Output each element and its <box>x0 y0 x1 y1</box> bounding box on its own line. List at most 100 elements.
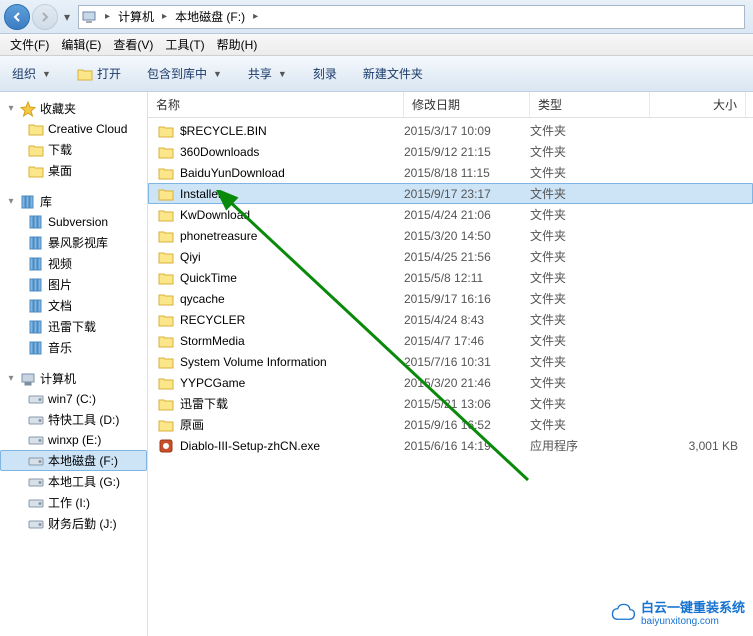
menu-tools[interactable]: 工具(T) <box>159 34 210 55</box>
library-icon <box>20 194 36 210</box>
file-name: Installer <box>180 187 222 201</box>
organize-button[interactable]: 组织▼ <box>6 62 57 85</box>
nav-libraries-group: ▾ 库 Subversion暴风影视库视频图片文档迅雷下载音乐 <box>0 191 147 358</box>
file-date: 2015/9/17 23:17 <box>404 187 530 201</box>
nav-item-drive[interactable]: win7 (C:) <box>0 389 147 409</box>
new-folder-button[interactable]: 新建文件夹 <box>357 62 429 85</box>
file-list[interactable]: $RECYCLE.BIN2015/3/17 10:09文件夹360Downloa… <box>148 118 753 636</box>
burn-button[interactable]: 刻录 <box>307 62 343 85</box>
nav-item-library[interactable]: 视频 <box>0 253 147 274</box>
file-row[interactable]: Qiyi2015/4/25 21:56文件夹 <box>148 246 753 267</box>
nav-item-label: winxp (E:) <box>48 433 101 447</box>
file-type: 文件夹 <box>530 122 650 139</box>
file-name: RECYCLER <box>180 313 245 327</box>
breadcrumb-computer[interactable]: 计算机 <box>114 6 158 28</box>
file-name: $RECYCLE.BIN <box>180 124 267 138</box>
nav-item-label: 财务后勤 (J:) <box>48 515 117 532</box>
menu-edit[interactable]: 编辑(E) <box>55 34 107 55</box>
file-name: System Volume Information <box>180 355 327 369</box>
file-name: phonetreasure <box>180 229 257 243</box>
address-bar[interactable]: ▸ 计算机 ▸ 本地磁盘 (F:) ▸ <box>78 5 745 29</box>
toolbar: 组织▼ 打开 包含到库中▼ 共享▼ 刻录 新建文件夹 <box>0 56 753 92</box>
file-row[interactable]: KwDownload2015/4/24 21:06文件夹 <box>148 204 753 225</box>
nav-item-library[interactable]: Subversion <box>0 212 147 232</box>
menu-view[interactable]: 查看(V) <box>107 34 159 55</box>
nav-item-drive[interactable]: 财务后勤 (J:) <box>0 513 147 534</box>
computer-icon <box>20 371 36 387</box>
column-size[interactable]: 大小 <box>650 92 746 117</box>
root-dropdown-icon[interactable]: ▸ <box>101 11 114 22</box>
file-row[interactable]: Diablo-III-Setup-zhCN.exe2015/6/16 14:19… <box>148 435 753 456</box>
file-row[interactable]: YYPCGame2015/3/20 21:46文件夹 <box>148 372 753 393</box>
file-row[interactable]: 原画2015/9/16 16:52文件夹 <box>148 414 753 435</box>
nav-item-favorite[interactable]: 桌面 <box>0 160 147 181</box>
nav-item-library[interactable]: 音乐 <box>0 337 147 358</box>
include-in-library-button[interactable]: 包含到库中▼ <box>141 62 228 85</box>
share-button[interactable]: 共享▼ <box>242 62 293 85</box>
nav-item-label: win7 (C:) <box>48 392 96 406</box>
nav-favorites-header[interactable]: ▾ 收藏夹 <box>0 98 147 119</box>
nav-computer-label: 计算机 <box>40 370 76 387</box>
chevron-right-icon[interactable]: ▸ <box>158 11 171 22</box>
file-row[interactable]: System Volume Information2015/7/16 10:31… <box>148 351 753 372</box>
nav-item-label: 图片 <box>48 276 72 293</box>
nav-item-drive[interactable]: 本地磁盘 (F:) <box>0 450 147 471</box>
nav-item-library[interactable]: 暴风影视库 <box>0 232 147 253</box>
file-type: 文件夹 <box>530 311 650 328</box>
file-date: 2015/4/24 8:43 <box>404 313 530 327</box>
file-type: 文件夹 <box>530 185 650 202</box>
nav-item-library[interactable]: 文档 <box>0 295 147 316</box>
nav-computer-header[interactable]: ▾ 计算机 <box>0 368 147 389</box>
nav-item-library[interactable]: 迅雷下载 <box>0 316 147 337</box>
nav-item-favorite[interactable]: 下载 <box>0 139 147 160</box>
file-row[interactable]: 迅雷下载2015/5/21 13:06文件夹 <box>148 393 753 414</box>
nav-item-drive[interactable]: 本地工具 (G:) <box>0 471 147 492</box>
nav-item-library[interactable]: 图片 <box>0 274 147 295</box>
column-date[interactable]: 修改日期 <box>404 92 530 117</box>
menu-file[interactable]: 文件(F) <box>4 34 55 55</box>
file-row[interactable]: Installer 2015/9/17 23:17文件夹 <box>148 183 753 204</box>
file-date: 2015/9/12 21:15 <box>404 145 530 159</box>
file-name: YYPCGame <box>180 376 245 390</box>
nav-libraries-label: 库 <box>40 193 52 210</box>
file-name: Diablo-III-Setup-zhCN.exe <box>180 439 320 453</box>
file-date: 2015/4/24 21:06 <box>404 208 530 222</box>
file-row[interactable]: qycache2015/9/17 16:16文件夹 <box>148 288 753 309</box>
nav-item-label: 本地工具 (G:) <box>48 473 120 490</box>
file-date: 2015/9/17 16:16 <box>404 292 530 306</box>
file-row[interactable]: BaiduYunDownload2015/8/18 11:15文件夹 <box>148 162 753 183</box>
nav-item-drive[interactable]: 工作 (I:) <box>0 492 147 513</box>
file-date: 2015/3/20 14:50 <box>404 229 530 243</box>
file-row[interactable]: StormMedia2015/4/7 17:46文件夹 <box>148 330 753 351</box>
file-name: BaiduYunDownload <box>180 166 285 180</box>
open-button[interactable]: 打开 <box>71 62 127 85</box>
nav-libraries-header[interactable]: ▾ 库 <box>0 191 147 212</box>
file-name: StormMedia <box>180 334 245 348</box>
nav-favorites-group: ▾ 收藏夹 Creative Cloud下载桌面 <box>0 98 147 181</box>
navigation-pane[interactable]: ▾ 收藏夹 Creative Cloud下载桌面 ▾ 库 Subversion暴… <box>0 92 148 636</box>
column-type[interactable]: 类型 <box>530 92 650 117</box>
file-row[interactable]: RECYCLER 2015/4/24 8:43文件夹 <box>148 309 753 330</box>
nav-item-drive[interactable]: 特快工具 (D:) <box>0 409 147 430</box>
file-row[interactable]: 360Downloads2015/9/12 21:15文件夹 <box>148 141 753 162</box>
nav-back-button[interactable] <box>4 4 30 30</box>
file-row[interactable]: phonetreasure 2015/3/20 14:50文件夹 <box>148 225 753 246</box>
column-name[interactable]: 名称 <box>148 92 404 117</box>
nav-item-drive[interactable]: winxp (E:) <box>0 430 147 450</box>
nav-history-dropdown[interactable]: ▾ <box>60 4 74 30</box>
file-name: 迅雷下载 <box>180 395 228 412</box>
file-row[interactable]: $RECYCLE.BIN2015/3/17 10:09文件夹 <box>148 120 753 141</box>
menu-help[interactable]: 帮助(H) <box>211 34 264 55</box>
nav-item-favorite[interactable]: Creative Cloud <box>0 119 147 139</box>
file-row[interactable]: QuickTime2015/5/8 12:11文件夹 <box>148 267 753 288</box>
nav-forward-button[interactable] <box>32 4 58 30</box>
file-type: 文件夹 <box>530 227 650 244</box>
file-type: 文件夹 <box>530 395 650 412</box>
file-name: QuickTime <box>180 271 237 285</box>
chevron-right-icon[interactable]: ▸ <box>249 11 262 22</box>
watermark-url: baiyunxitong.com <box>641 616 745 628</box>
file-name: 原画 <box>180 416 204 433</box>
content-pane: 名称 修改日期 类型 大小 $RECYCLE.BIN2015/3/17 10:0… <box>148 92 753 636</box>
file-type: 文件夹 <box>530 332 650 349</box>
breadcrumb-drive[interactable]: 本地磁盘 (F:) <box>171 6 249 28</box>
